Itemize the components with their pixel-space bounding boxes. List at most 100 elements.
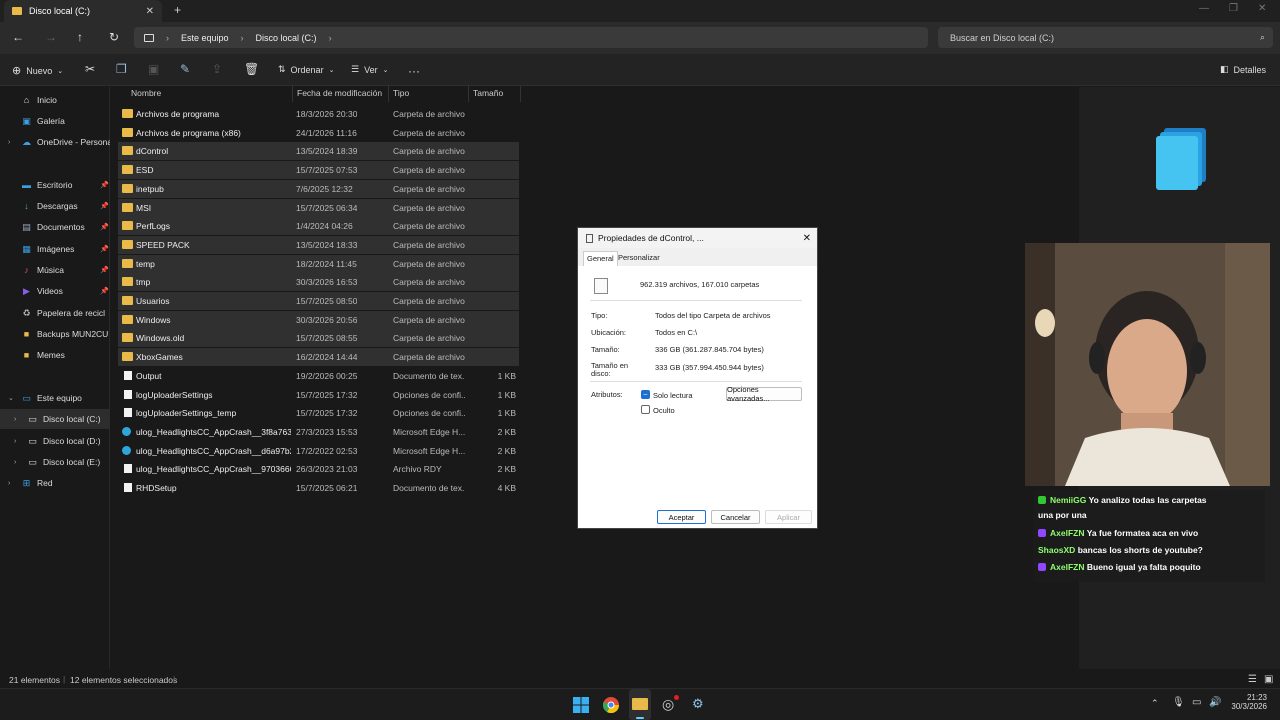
- table-row[interactable]: ulog_HeadlightsCC_AppCrash__97036660... 2…: [118, 460, 519, 478]
- sidebar-item-escritorio[interactable]: ▬ Escritorio 📌: [0, 175, 110, 195]
- sidebar-item-disco-c[interactable]: › ▭ Disco local (C:): [0, 409, 110, 429]
- table-row[interactable]: PerfLogs 1/4/2024 04:26 Carpeta de archivo…: [118, 217, 519, 236]
- column-header-name[interactable]: Nombre: [131, 88, 161, 100]
- clock[interactable]: 21:23 30/3/2026: [1227, 693, 1267, 711]
- advanced-options-button[interactable]: Opciones avanzadas...: [726, 385, 802, 403]
- sidebar-item-imagenes[interactable]: ▦ Imágenes 📌: [0, 239, 110, 259]
- sidebar-item-onedrive[interactable]: › ☁ OneDrive - Personal: [0, 132, 110, 152]
- close-window-icon[interactable]: ✕: [1258, 3, 1266, 14]
- details-view-icon[interactable]: ☰: [1248, 674, 1257, 685]
- ok-button[interactable]: Aceptar: [657, 510, 706, 524]
- forward-arrow-icon[interactable]: →: [45, 30, 57, 44]
- table-row[interactable]: logUploaderSettings_temp 15/7/2025 17:32 O…: [118, 404, 519, 422]
- sidebar-item-disco-d[interactable]: › ▭ Disco local (D:): [0, 431, 110, 451]
- minimize-icon[interactable]: —: [1199, 3, 1209, 14]
- column-divider[interactable]: [388, 86, 389, 102]
- view-button[interactable]: ☰ Ver ⌄: [351, 64, 388, 75]
- table-row[interactable]: Usuarios 15/7/2025 08:50 Carpeta de archiv…: [118, 292, 519, 310]
- refresh-icon[interactable]: ↻: [109, 30, 119, 44]
- cell-type: Carpeta de archivos: [393, 183, 465, 194]
- tab-general[interactable]: General: [583, 251, 618, 266]
- folder-icon: [122, 314, 133, 324]
- table-row[interactable]: logUploaderSettings 15/7/2025 17:32 Opcion…: [118, 386, 519, 404]
- column-divider[interactable]: [292, 86, 293, 102]
- table-row[interactable]: dControl 13/5/2024 18:39 Carpeta de archiv…: [118, 142, 519, 161]
- tab-close-icon[interactable]: ✕: [146, 6, 154, 17]
- sidebar-item-galeria[interactable]: ▣ Galería: [0, 111, 110, 131]
- table-row[interactable]: XboxGames 16/2/2024 14:44 Carpeta de archi…: [118, 348, 519, 367]
- share-icon[interactable]: ⇪: [212, 62, 222, 76]
- tab-disco-local[interactable]: Disco local (C:) ✕: [4, 0, 162, 22]
- table-row[interactable]: SPEED PACK 13/5/2024 18:33 Carpeta de arch…: [118, 235, 519, 254]
- sidebar-item-memes[interactable]: ■ Memes: [0, 345, 110, 365]
- sidebar-item-descargas[interactable]: ↓ Descargas 📌: [0, 196, 110, 216]
- copy-icon[interactable]: ❐: [116, 62, 127, 76]
- column-header-size[interactable]: Tamaño: [473, 88, 503, 100]
- table-row[interactable]: temp 18/2/2024 11:45 Carpeta de archivos: [118, 254, 519, 273]
- dialog-close-icon[interactable]: ✕: [803, 233, 811, 244]
- search-input[interactable]: Buscar en Disco local (C:) ⌕: [938, 27, 1273, 48]
- folder-icon: [122, 239, 133, 249]
- address-bar[interactable]: › Este equipo › Disco local (C:) ›: [134, 27, 928, 48]
- maximize-icon[interactable]: ❐: [1229, 3, 1238, 14]
- details-button[interactable]: ◧ Detalles: [1220, 64, 1266, 75]
- table-row[interactable]: ulog_HeadlightsCC_AppCrash__d6a97b2... 17…: [118, 442, 519, 460]
- obs-icon[interactable]: ◎: [662, 696, 674, 713]
- chevron-up-icon[interactable]: ⌃: [1151, 698, 1159, 709]
- sidebar-item-musica[interactable]: ♪ Música 📌: [0, 260, 110, 280]
- breadcrumb-disco-local[interactable]: Disco local (C:): [256, 33, 317, 43]
- pin-icon: 📌: [100, 182, 109, 189]
- column-divider[interactable]: [520, 86, 521, 102]
- hidden-checkbox[interactable]: [641, 405, 650, 414]
- up-arrow-icon[interactable]: ↑: [77, 30, 83, 44]
- table-row[interactable]: tmp 30/3/2026 16:53 Carpeta de archivos: [118, 273, 519, 292]
- table-row[interactable]: Output 19/2/2026 00:25 Documento de tex...…: [118, 367, 519, 385]
- new-tab-button[interactable]: +: [174, 3, 181, 17]
- table-row[interactable]: MSI 15/7/2025 06:34 Carpeta de archivos: [118, 198, 519, 217]
- table-row[interactable]: RHDSetup 15/7/2025 06:21 Documento de tex.…: [118, 479, 519, 497]
- tab-personalizar[interactable]: Personalizar: [618, 253, 660, 262]
- sidebar-item-inicio[interactable]: ⌂ Inicio: [0, 90, 110, 110]
- table-row[interactable]: Windows 30/3/2026 20:56 Carpeta de archivo…: [118, 310, 519, 329]
- table-row[interactable]: inetpub 7/6/2025 12:32 Carpeta de archivos: [118, 179, 519, 198]
- readonly-checkbox[interactable]: –: [641, 390, 650, 399]
- table-row[interactable]: ESD 15/7/2025 07:53 Carpeta de archivos: [118, 161, 519, 180]
- steam-icon[interactable]: ⚙: [692, 696, 704, 712]
- volume-icon[interactable]: 🔊: [1209, 697, 1221, 708]
- microphone-icon[interactable]: 🎙: [1172, 697, 1185, 708]
- paste-icon[interactable]: ▣: [148, 62, 159, 76]
- sidebar-item-documentos[interactable]: ▤ Documentos 📌: [0, 217, 110, 237]
- new-button[interactable]: ⊕ Nuevo ⌄: [12, 64, 63, 77]
- rename-icon[interactable]: ✎: [180, 62, 190, 76]
- back-arrow-icon[interactable]: ←: [12, 30, 24, 44]
- table-row[interactable]: Archivos de programa 18/3/2026 20:30 Carpe…: [118, 105, 519, 123]
- cut-icon[interactable]: ✂: [85, 62, 95, 76]
- column-header-date[interactable]: Fecha de modificación: [297, 88, 382, 100]
- table-row[interactable]: Archivos de programa (x86) 24/1/2026 11:1…: [118, 124, 519, 142]
- sidebar-item-red[interactable]: › ⊞ Red: [0, 473, 110, 493]
- column-divider[interactable]: [468, 86, 469, 102]
- sidebar-item-videos[interactable]: ▶ Videos 📌: [0, 281, 110, 301]
- tiles-view-icon[interactable]: ▣: [1264, 674, 1273, 685]
- more-options-button[interactable]: ···: [408, 64, 420, 78]
- windows-start-icon[interactable]: [573, 697, 589, 713]
- delete-icon[interactable]: 🗑: [244, 62, 259, 76]
- sidebar-item-disco-e[interactable]: › ▭ Disco local (E:): [0, 452, 110, 472]
- table-row[interactable]: Windows.old 15/7/2025 08:55 Carpeta de arc…: [118, 329, 519, 348]
- cell-name: ulog_HeadlightsCC_AppCrash__d6a97b2...: [136, 445, 291, 456]
- cancel-button[interactable]: Cancelar: [711, 510, 760, 524]
- network-icon[interactable]: ▭: [1192, 697, 1201, 708]
- sidebar-item-este-equipo[interactable]: ⌄ ▭ Este equipo: [0, 388, 110, 408]
- sort-button[interactable]: ⇅ Ordenar ⌄: [278, 64, 334, 75]
- breadcrumb-este-equipo[interactable]: Este equipo: [181, 33, 229, 43]
- file-explorer-taskbar-button[interactable]: [629, 689, 651, 720]
- multiple-files-icon: [594, 278, 608, 294]
- chrome-icon[interactable]: [603, 697, 619, 713]
- sidebar-item-papelera[interactable]: ♻ Papelera de recicl: [0, 303, 110, 323]
- cell-name: Usuarios: [136, 296, 170, 306]
- column-header-type[interactable]: Tipo: [393, 88, 409, 100]
- dialog-title-bar[interactable]: Propiedades de dControl, ... ✕: [578, 228, 817, 248]
- apply-button[interactable]: Aplicar: [765, 510, 812, 524]
- table-row[interactable]: ulog_HeadlightsCC_AppCrash__3f8a7634... 2…: [118, 423, 519, 441]
- sidebar-item-backups[interactable]: ■ Backups MUN2CU: [0, 324, 110, 344]
